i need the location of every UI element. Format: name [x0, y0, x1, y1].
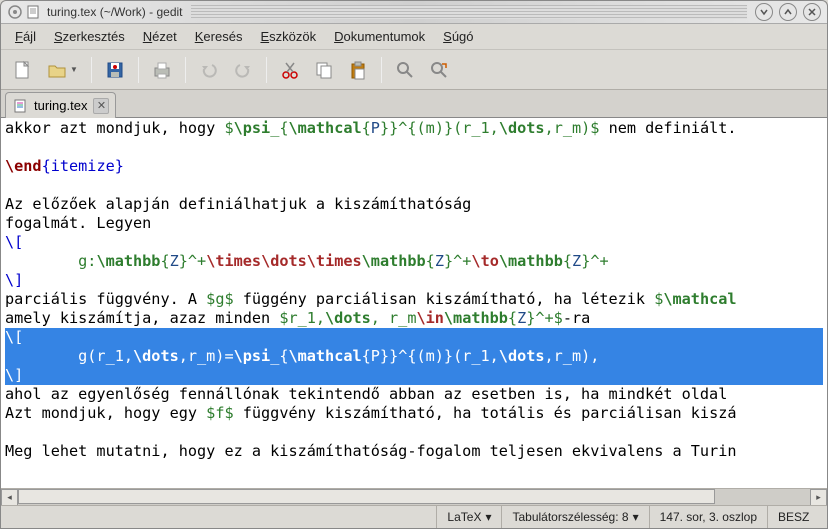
toolbar-separator: [138, 57, 139, 83]
tab-close-button[interactable]: ✕: [93, 98, 109, 114]
status-message: [1, 506, 436, 528]
scroll-right-button[interactable]: ▸: [810, 489, 827, 505]
toolbar-separator: [381, 57, 382, 83]
editor-line[interactable]: \[: [5, 233, 823, 252]
menu-view[interactable]: Nézet: [135, 26, 185, 47]
editor-line[interactable]: akkor azt mondjuk, hogy $\psi_{\mathcal{…: [5, 119, 823, 138]
toolbar-separator: [185, 57, 186, 83]
editor-line[interactable]: \[: [5, 328, 823, 347]
new-button[interactable]: [7, 55, 37, 85]
menu-tools[interactable]: Eszközök: [252, 26, 324, 47]
menubar: Fájl Szerkesztés Nézet Keresés Eszközök …: [1, 24, 827, 50]
insert-mode: BESZ: [767, 506, 827, 528]
window-menu-icon[interactable]: [7, 4, 23, 20]
editor-line[interactable]: \]: [5, 271, 823, 290]
tab-label: turing.tex: [34, 98, 87, 113]
editor-line[interactable]: fogalmát. Legyen: [5, 214, 823, 233]
find-replace-button[interactable]: [424, 55, 454, 85]
menu-documents[interactable]: Dokumentumok: [326, 26, 433, 47]
editor-line[interactable]: g:\mathbb{Z}^+\times\dots\times\mathbb{Z…: [5, 252, 823, 271]
filetype-selector[interactable]: LaTeX▾: [436, 506, 501, 528]
editor-line[interactable]: [5, 423, 823, 442]
toolbar-separator: [91, 57, 92, 83]
scroll-left-button[interactable]: ◂: [1, 489, 18, 505]
horizontal-scrollbar[interactable]: ◂ ▸: [1, 488, 827, 505]
scroll-track[interactable]: [18, 489, 810, 505]
print-button[interactable]: [147, 55, 177, 85]
statusbar: LaTeX▾ Tabulátorszélesség: 8▾ 147. sor, …: [1, 505, 827, 528]
editor-line[interactable]: \end{itemize}: [5, 157, 823, 176]
titlebar[interactable]: turing.tex (~/Work) - gedit: [1, 1, 827, 24]
editor-line[interactable]: amely kiszámítja, azaz minden $r_1,\dots…: [5, 309, 823, 328]
window-title: turing.tex (~/Work) - gedit: [47, 5, 183, 19]
undo-button[interactable]: [194, 55, 224, 85]
document-icon: [12, 98, 28, 114]
chevron-down-icon: ▾: [633, 510, 639, 524]
editor-line[interactable]: \]: [5, 366, 823, 385]
menu-edit[interactable]: Szerkesztés: [46, 26, 133, 47]
editor-line[interactable]: [5, 176, 823, 195]
maximize-button[interactable]: [779, 3, 797, 21]
chevron-down-icon: ▾: [485, 510, 491, 524]
toolbar-separator: [266, 57, 267, 83]
scroll-thumb[interactable]: [18, 489, 715, 504]
app-icon: [25, 4, 41, 20]
copy-button[interactable]: [309, 55, 339, 85]
open-button[interactable]: ▼: [41, 55, 83, 85]
tabwidth-selector[interactable]: Tabulátorszélesség: 8▾: [501, 506, 648, 528]
editor-line[interactable]: ahol az egyenlőség fennállónak tekintend…: [5, 385, 823, 404]
editor-line[interactable]: g(r_1,\dots,r_m)=\psi_{\mathcal{P}}^{(m)…: [5, 347, 823, 366]
editor-area: akkor azt mondjuk, hogy $\psi_{\mathcal{…: [1, 118, 827, 505]
editor-line[interactable]: Meg lehet mutatni, hogy ez a kiszámíthat…: [5, 442, 823, 461]
menu-file[interactable]: Fájl: [7, 26, 44, 47]
redo-button[interactable]: [228, 55, 258, 85]
editor-line[interactable]: Azt mondjuk, hogy egy $f$ függvény kiszá…: [5, 404, 823, 423]
close-button[interactable]: [803, 3, 821, 21]
editor-line[interactable]: Az előzőek alapján definiálhatjuk a kisz…: [5, 195, 823, 214]
menu-search[interactable]: Keresés: [187, 26, 251, 47]
tabbar: turing.tex ✕: [1, 90, 827, 118]
text-editor[interactable]: akkor azt mondjuk, hogy $\psi_{\mathcal{…: [1, 118, 827, 488]
editor-line[interactable]: parciális függvény. A $g$ függény parciá…: [5, 290, 823, 309]
tab-turing[interactable]: turing.tex ✕: [5, 92, 116, 118]
toolbar: ▼: [1, 50, 827, 90]
save-button[interactable]: [100, 55, 130, 85]
paste-button[interactable]: [343, 55, 373, 85]
titlebar-stripes: [191, 5, 748, 19]
menu-help[interactable]: Súgó: [435, 26, 481, 47]
editor-line[interactable]: [5, 138, 823, 157]
chevron-down-icon: ▼: [70, 65, 78, 74]
cut-button[interactable]: [275, 55, 305, 85]
minimize-button[interactable]: [755, 3, 773, 21]
cursor-position: 147. sor, 3. oszlop: [649, 506, 767, 528]
find-button[interactable]: [390, 55, 420, 85]
